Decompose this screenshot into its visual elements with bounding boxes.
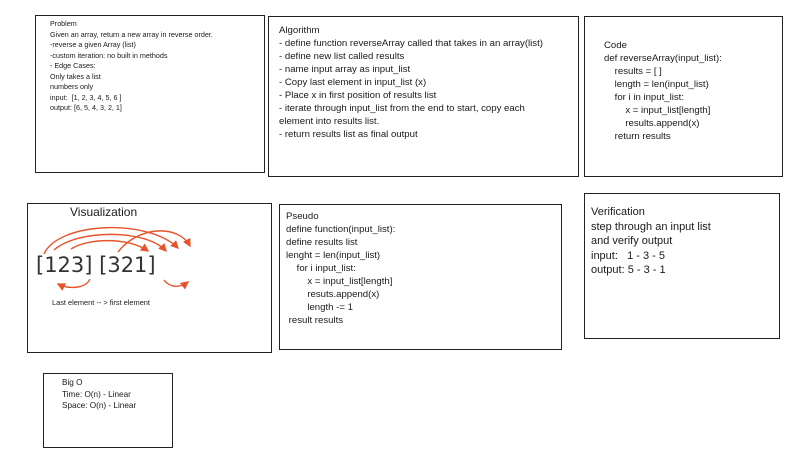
verification-line: input: 1 - 3 - 5 <box>591 249 665 262</box>
code-line: results = [ ] <box>604 66 662 77</box>
pseudo-line: define function(input_list): <box>286 224 396 235</box>
algorithm-line: - Place x in first position of results l… <box>279 90 437 101</box>
problem-line: - Edge Cases: <box>50 61 96 70</box>
code-card: Code def reverseArray(input_list): resul… <box>584 16 783 177</box>
problem-line: numbers only <box>50 82 94 91</box>
pseudo-text: Pseudo define function(input_list): defi… <box>286 210 561 327</box>
problem-line: Problem <box>50 19 77 28</box>
visualization-card: Visualization [123] [321] Last element -… <box>27 203 272 353</box>
problem-card: Problem Given an array, return a new arr… <box>35 15 265 173</box>
code-line: for i in input_list: <box>604 92 684 103</box>
big-o-text: Big O Time: O(n) - Linear Space: O(n) - … <box>62 377 172 412</box>
code-line: Code <box>604 40 627 51</box>
verification-card: Verification step through an input list … <box>584 193 780 339</box>
verification-line: step through an input list <box>591 220 711 233</box>
verification-line: Verification <box>591 206 645 218</box>
algorithm-line: Algorithm <box>279 25 320 36</box>
problem-line: -custom iteration: no built in methods <box>50 50 168 60</box>
problem-line: -reverse a given Array (list) <box>50 40 136 49</box>
pseudo-line: lenght = len(input_list) <box>286 250 381 261</box>
arrow-return-right <box>163 279 190 290</box>
visualization-drawing: [123] [321] <box>36 226 191 291</box>
visualization-handwriting: [123] [321] <box>36 253 156 277</box>
algorithm-line: - Copy last element in input_list (x) <box>279 77 427 88</box>
arrow-return-left <box>56 278 91 291</box>
algorithm-line: - iterate through input_list from the en… <box>279 103 525 114</box>
pseudo-line: define results list <box>286 237 358 248</box>
problem-line: output: [6, 5, 4, 3, 2, 1] <box>50 103 122 112</box>
algorithm-line: - define function reverseArray called th… <box>279 38 543 49</box>
code-line: x = input_list[length] <box>604 105 711 116</box>
problem-line: input: [1, 2, 3, 4, 5, 6 ] <box>50 92 122 102</box>
algorithm-text: Algorithm - define function reverseArray… <box>279 24 578 141</box>
big-o-line: Time: O(n) - Linear <box>62 389 131 399</box>
algorithm-line: - define new list called results <box>279 51 405 62</box>
code-line: length = len(input_list) <box>604 79 709 90</box>
code-line: def reverseArray(input_list): <box>604 53 722 64</box>
pseudo-line: for i input_list: <box>286 263 356 274</box>
verification-text: Verification step through an input list … <box>591 205 779 278</box>
pseudo-line: result results <box>286 315 344 326</box>
pseudo-line: x = input_list[length] <box>286 276 393 287</box>
visualization-note: Last element -- > first element <box>52 298 150 307</box>
code-line: results.append(x) <box>604 118 700 129</box>
big-o-line: Big O <box>62 378 83 387</box>
pseudo-line: Pseudo <box>286 211 319 222</box>
problem-line: Given an array, return a new array in re… <box>50 29 213 39</box>
verification-line: output: 5 - 3 - 1 <box>591 264 666 276</box>
verification-line: and verify output <box>591 235 673 247</box>
algorithm-line: - name input array as input_list <box>279 64 411 75</box>
algorithm-card: Algorithm - define function reverseArray… <box>268 16 579 177</box>
arrow-3-to-first <box>70 239 150 252</box>
code-text: Code def reverseArray(input_list): resul… <box>604 39 782 143</box>
pseudo-line: length -= 1 <box>286 302 353 313</box>
algorithm-line: - return results list as final output <box>279 129 418 140</box>
problem-text: Problem Given an array, return a new arr… <box>50 19 264 114</box>
big-o-card: Big O Time: O(n) - Linear Space: O(n) - … <box>43 373 173 448</box>
code-line: return results <box>604 131 671 142</box>
problem-line: Only takes a list <box>50 71 101 81</box>
algorithm-line: element into results list. <box>279 116 380 127</box>
big-o-line: Space: O(n) - Linear <box>62 401 137 410</box>
pseudo-line: resuts.append(x) <box>286 289 380 300</box>
pseudo-card: Pseudo define function(input_list): defi… <box>279 204 562 350</box>
